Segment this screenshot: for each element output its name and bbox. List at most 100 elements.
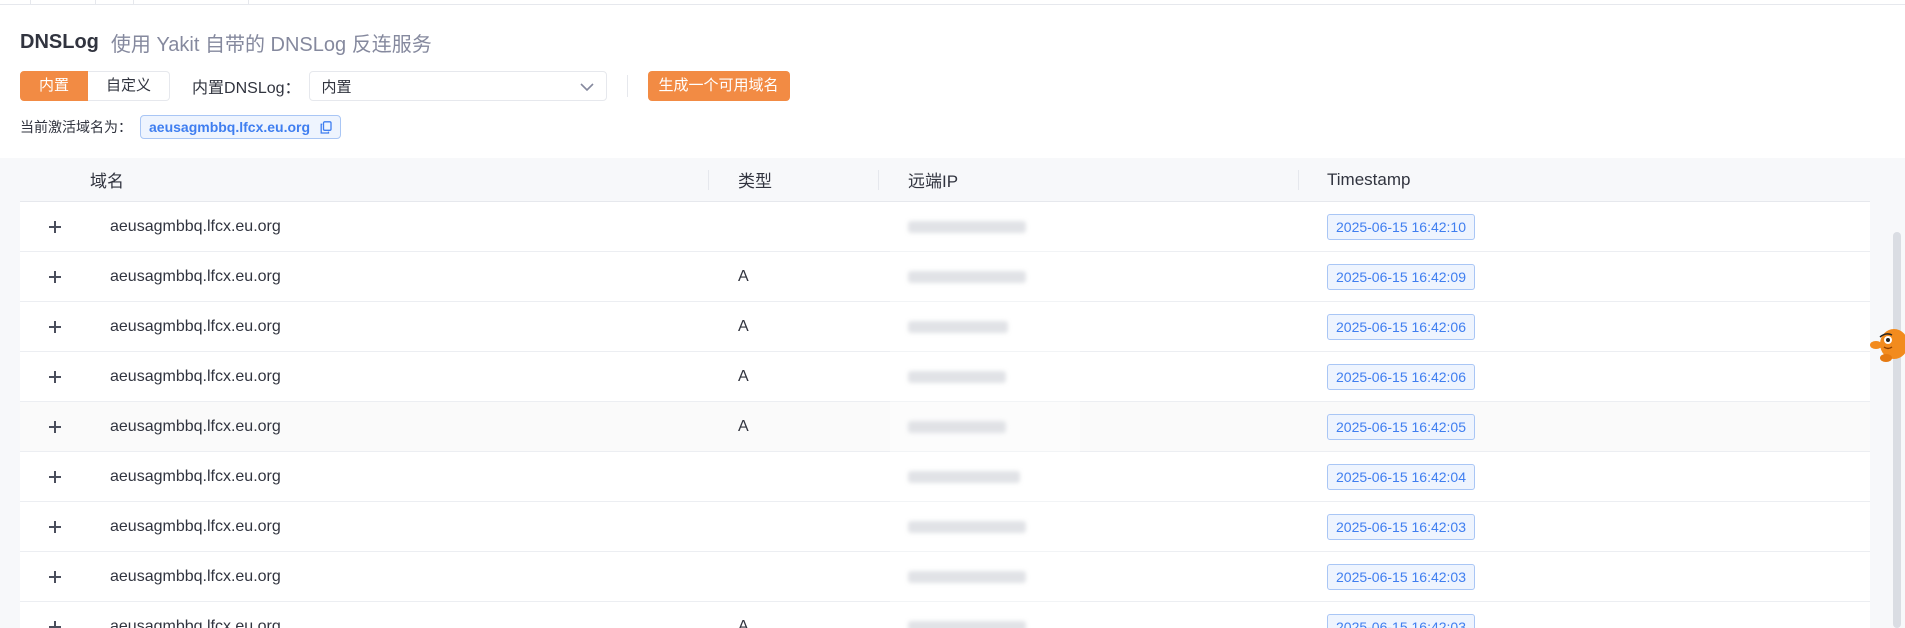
vertical-scrollbar[interactable] <box>1893 232 1901 628</box>
table-row[interactable]: aeusagmbbq.lfcx.eu.org 2025-06-15 16:42:… <box>20 202 1870 252</box>
column-header-remote-ip[interactable]: 远端IP <box>900 158 1320 201</box>
type-cell <box>730 552 900 601</box>
column-divider <box>708 170 709 190</box>
page-subtitle: 使用 Yakit 自带的 DNSLog 反连服务 <box>110 33 432 56</box>
type-cell: A <box>738 417 749 435</box>
remote-ip-cell <box>900 502 1320 551</box>
timestamp-tag: 2025-06-15 16:42:06 <box>1327 313 1475 340</box>
dnslog-select[interactable]: 内置 <box>308 71 607 101</box>
type-cell <box>730 502 900 551</box>
dnslog-label: 内置DNSLog： <box>192 80 301 97</box>
redacted-ip <box>908 220 1026 233</box>
redacted-ip <box>908 270 1026 283</box>
divider <box>626 75 628 97</box>
tab-divider <box>30 0 31 4</box>
remote-ip-cell <box>900 602 1320 628</box>
table-row[interactable]: aeusagmbbq.lfcx.eu.org A 2025-06-15 16:4… <box>20 402 1870 452</box>
domain-cell: aeusagmbbq.lfcx.eu.org <box>110 367 281 385</box>
redacted-ip <box>908 520 1026 533</box>
column-header-type[interactable]: 类型 <box>730 158 900 201</box>
domain-cell: aeusagmbbq.lfcx.eu.org <box>110 617 281 628</box>
chevron-down-icon <box>579 78 594 95</box>
copy-icon[interactable] <box>320 120 332 134</box>
expand-plus-icon[interactable] <box>48 520 62 534</box>
expand-plus-icon[interactable] <box>48 570 62 584</box>
table-row[interactable]: aeusagmbbq.lfcx.eu.org A 2025-06-15 16:4… <box>20 302 1870 352</box>
expand-cell <box>20 352 90 401</box>
expand-cell <box>20 402 90 451</box>
domain-cell: aeusagmbbq.lfcx.eu.org <box>110 567 281 585</box>
expand-plus-icon[interactable] <box>48 620 62 628</box>
table-row[interactable]: aeusagmbbq.lfcx.eu.org 2025-06-15 16:42:… <box>20 502 1870 552</box>
tab-divider <box>95 0 96 4</box>
timestamp-cell: 2025-06-15 16:42:06 <box>1320 302 1870 351</box>
expand-plus-icon[interactable] <box>48 220 62 234</box>
remote-ip-cell <box>900 452 1320 501</box>
type-cell: A <box>738 617 749 628</box>
redacted-ip <box>908 570 1026 583</box>
expand-cell <box>20 252 90 301</box>
redacted-ip <box>908 370 1006 383</box>
table-row[interactable]: aeusagmbbq.lfcx.eu.org 2025-06-15 16:42:… <box>20 452 1870 502</box>
table-row[interactable]: aeusagmbbq.lfcx.eu.org A 2025-06-15 16:4… <box>20 602 1870 628</box>
type-cell: A <box>738 267 749 285</box>
control-bar: 内置 自定义 内置DNSLog： 内置 生成一个可用域名 <box>20 71 790 101</box>
timestamp-cell: 2025-06-15 16:42:03 <box>1320 602 1870 628</box>
timestamp-tag: 2025-06-15 16:42:10 <box>1327 213 1475 240</box>
table-row[interactable]: aeusagmbbq.lfcx.eu.org 2025-06-15 16:42:… <box>20 552 1870 602</box>
redacted-ip <box>908 620 1026 628</box>
dnslog-select-value: 内置 <box>321 78 352 96</box>
timestamp-tag: 2025-06-15 16:42:04 <box>1327 463 1475 490</box>
timestamp-cell: 2025-06-15 16:42:05 <box>1320 402 1870 451</box>
remote-ip-cell <box>900 402 1320 451</box>
type-cell <box>730 202 900 251</box>
expand-plus-icon[interactable] <box>48 320 62 334</box>
table-row[interactable]: aeusagmbbq.lfcx.eu.org A 2025-06-15 16:4… <box>20 352 1870 402</box>
timestamp-tag: 2025-06-15 16:42:03 <box>1327 513 1475 540</box>
expand-cell <box>20 452 90 501</box>
tab-divider <box>133 0 134 4</box>
redacted-ip <box>908 470 1020 483</box>
timestamp-cell: 2025-06-15 16:42:10 <box>1320 202 1870 251</box>
column-header-domain[interactable]: 域名 <box>20 158 730 201</box>
timestamp-tag: 2025-06-15 16:42:03 <box>1327 563 1475 590</box>
domain-cell: aeusagmbbq.lfcx.eu.org <box>110 417 281 435</box>
column-divider <box>1298 170 1299 190</box>
column-header-timestamp[interactable]: Timestamp <box>1320 158 1870 201</box>
redacted-ip <box>908 420 1006 433</box>
active-domain-label: 当前激活域名为： <box>20 119 132 135</box>
domain-cell: aeusagmbbq.lfcx.eu.org <box>110 267 281 285</box>
mascot-icon[interactable] <box>1870 324 1905 366</box>
expand-cell <box>20 552 90 601</box>
mode-builtin-button[interactable]: 内置 <box>20 71 89 101</box>
domain-cell: aeusagmbbq.lfcx.eu.org <box>110 467 281 485</box>
table-row[interactable]: aeusagmbbq.lfcx.eu.org A 2025-06-15 16:4… <box>20 252 1870 302</box>
mode-switch: 内置 自定义 <box>20 71 171 101</box>
mode-custom-button[interactable]: 自定义 <box>88 71 171 101</box>
timestamp-tag: 2025-06-15 16:42:05 <box>1327 413 1475 440</box>
timestamp-cell: 2025-06-15 16:42:03 <box>1320 502 1870 551</box>
expand-plus-icon[interactable] <box>48 470 62 484</box>
remote-ip-cell <box>900 302 1320 351</box>
timestamp-cell: 2025-06-15 16:42:04 <box>1320 452 1870 501</box>
domain-cell: aeusagmbbq.lfcx.eu.org <box>110 317 281 335</box>
timestamp-cell: 2025-06-15 16:42:06 <box>1320 352 1870 401</box>
domain-cell: aeusagmbbq.lfcx.eu.org <box>110 217 281 235</box>
column-divider <box>878 170 879 190</box>
table-header: 域名 类型 远端IP Timestamp <box>20 158 1870 202</box>
generate-domain-button[interactable]: 生成一个可用域名 <box>647 71 790 101</box>
tab-strip <box>0 0 1905 5</box>
type-cell <box>730 452 900 501</box>
domain-cell: aeusagmbbq.lfcx.eu.org <box>110 517 281 535</box>
expand-plus-icon[interactable] <box>48 270 62 284</box>
table-area: 域名 类型 远端IP Timestamp aeusagmbbq.lfcx.eu.… <box>0 158 1905 628</box>
expand-plus-icon[interactable] <box>48 420 62 434</box>
active-domain-tag: aeusagmbbq.lfcx.eu.org <box>140 115 342 139</box>
timestamp-cell: 2025-06-15 16:42:09 <box>1320 252 1870 301</box>
tab-divider <box>248 0 249 4</box>
expand-cell <box>20 502 90 551</box>
expand-cell <box>20 602 90 628</box>
expand-plus-icon[interactable] <box>48 370 62 384</box>
dnslog-table: 域名 类型 远端IP Timestamp aeusagmbbq.lfcx.eu.… <box>20 158 1870 628</box>
expand-cell <box>20 202 90 251</box>
